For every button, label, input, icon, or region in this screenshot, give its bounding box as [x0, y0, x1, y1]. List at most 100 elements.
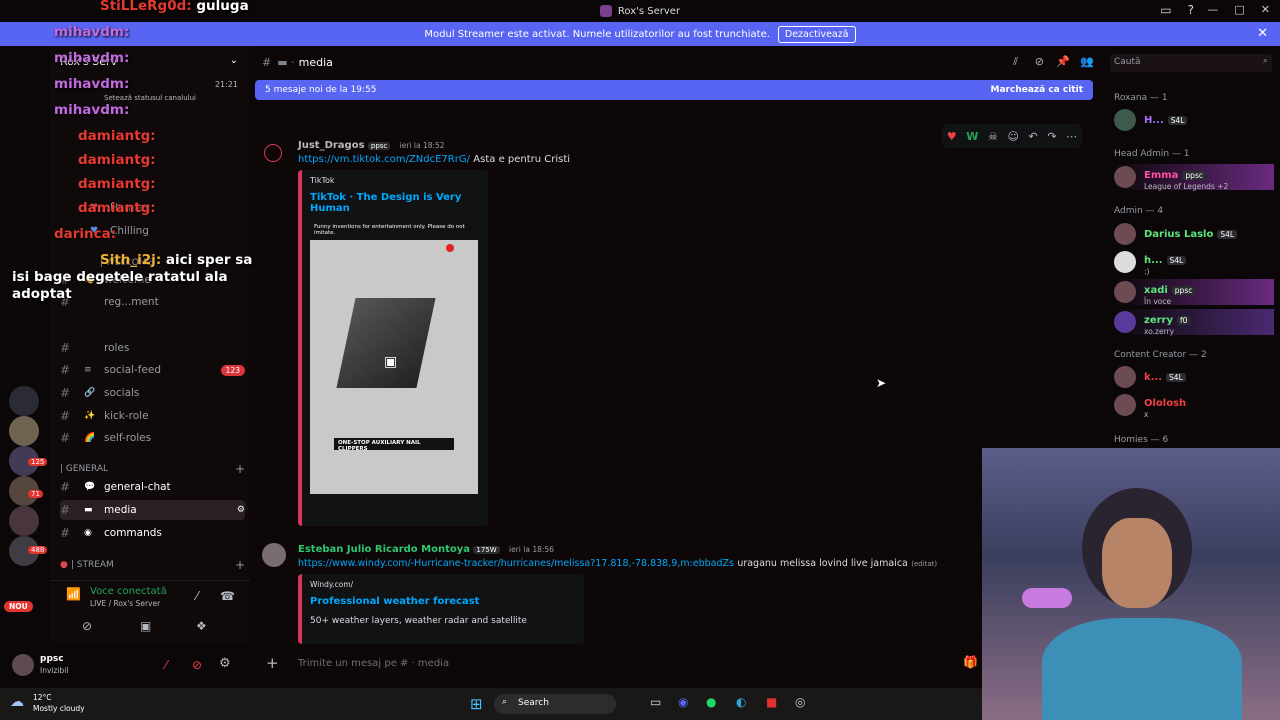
- channel-general-chat[interactable]: # 💬 general-chat: [60, 477, 245, 497]
- mic-muted-icon[interactable]: ⁄: [165, 658, 167, 672]
- member-item[interactable]: H... S4L: [1114, 107, 1274, 133]
- member-group-title: Head Admin — 1: [1114, 149, 1190, 159]
- server-icon: [599, 5, 612, 17]
- edge-icon[interactable]: ◐: [736, 695, 746, 709]
- message-link[interactable]: https://vm.tiktok.com/ZNdcE7RrG/: [298, 154, 470, 165]
- member-item[interactable]: xadi ppsc În voce: [1114, 279, 1274, 306]
- search-input[interactable]: Caută ⌕: [1110, 54, 1272, 72]
- more-icon[interactable]: ⋯: [1066, 130, 1077, 143]
- overlay-chat-line: damiantg:: [78, 152, 156, 168]
- disable-streamer-button[interactable]: Dezactivează: [777, 25, 856, 43]
- settings-gear-icon[interactable]: ⚙: [219, 656, 231, 671]
- new-messages-bar[interactable]: 5 mesaje noi de la 19:55 Marchează ca ci…: [255, 80, 1093, 100]
- member-item[interactable]: Darius Laslo S4L: [1114, 221, 1274, 247]
- username: ppsc: [40, 654, 64, 664]
- avatar: [1114, 109, 1136, 131]
- disconnect-icon[interactable]: ☎: [220, 589, 235, 603]
- embed-title[interactable]: TikTok · The Design is Very Human: [310, 192, 488, 214]
- gift-icon[interactable]: 🎁: [963, 655, 978, 669]
- hash-icon: #: [60, 480, 71, 494]
- member-item[interactable]: k... S4L: [1114, 364, 1274, 390]
- windows-start-icon[interactable]: ⊞: [470, 695, 483, 713]
- reply-icon[interactable]: ↶: [1029, 130, 1038, 143]
- member-item[interactable]: Ololosh x: [1114, 392, 1274, 419]
- play-icon[interactable]: ▣: [384, 354, 397, 370]
- activities-icon[interactable]: ❖: [196, 619, 207, 633]
- close-button[interactable]: ✕: [1261, 3, 1270, 16]
- server-w2g-icon[interactable]: [9, 386, 39, 416]
- heart-reaction-icon[interactable]: ♥: [947, 130, 957, 143]
- channel-social-feed[interactable]: # ≡ social-feed 123: [60, 360, 245, 380]
- red-dot-icon: ●: [60, 560, 68, 570]
- overlay-chat-line: damiantg:: [78, 176, 156, 192]
- server-cat-icon[interactable]: [9, 416, 39, 446]
- app-icon[interactable]: ■: [766, 695, 777, 709]
- server-icon-5[interactable]: [9, 506, 39, 536]
- avatar: [1114, 251, 1136, 273]
- channel-media[interactable]: # ▬ media ⚙: [60, 500, 245, 520]
- channel-commands[interactable]: # ◉ commands: [60, 523, 245, 543]
- camera-off-icon[interactable]: ⊘: [82, 619, 92, 633]
- search-icon: ⌕: [502, 697, 508, 707]
- webcam-feed: [982, 448, 1280, 720]
- add-attachment-icon[interactable]: +: [266, 654, 279, 672]
- search-icon: ⌕: [1262, 56, 1268, 66]
- help-icon[interactable]: ?: [1188, 3, 1194, 17]
- mark-as-read-button[interactable]: Marchează ca citit: [991, 85, 1083, 95]
- message-author[interactable]: Just_Dragos: [298, 140, 365, 151]
- deafen-icon[interactable]: ⊘: [192, 658, 202, 672]
- taskbar-search[interactable]: ⌕ Search: [494, 694, 616, 714]
- threads-icon[interactable]: ⫽: [1013, 55, 1018, 69]
- avatar[interactable]: [12, 654, 34, 676]
- cloud-icon: ☁: [10, 694, 24, 710]
- gear-icon[interactable]: ⚙: [237, 505, 245, 515]
- member-list-icon[interactable]: 👥: [1080, 55, 1094, 68]
- obs-icon[interactable]: ◎: [795, 695, 805, 709]
- pin-icon[interactable]: 📌: [1056, 55, 1070, 68]
- member-item[interactable]: h... S4L:): [1114, 249, 1274, 276]
- channel-self-roles[interactable]: # 🌈 self-roles: [60, 428, 245, 448]
- message-link[interactable]: https://www.windy.com/-Hurricane-tracker…: [298, 558, 734, 569]
- embed-title[interactable]: Professional weather forecast: [310, 596, 479, 607]
- screen-share-icon[interactable]: ▣: [140, 619, 151, 633]
- file-explorer-icon[interactable]: ▭: [650, 695, 661, 709]
- channel-kick-role[interactable]: # ✨ kick-role: [60, 406, 245, 426]
- noise-suppression-icon[interactable]: ⁄: [196, 589, 198, 603]
- message-author[interactable]: Esteban Julio Ricardo Montoya: [298, 544, 470, 555]
- add-channel-icon[interactable]: +: [235, 462, 245, 476]
- avatar[interactable]: [264, 144, 282, 162]
- channel-roles[interactable]: # roles: [60, 338, 245, 358]
- member-item[interactable]: Emma ppsc League of Legends +2: [1114, 164, 1274, 191]
- add-channel-icon[interactable]: +: [235, 558, 245, 572]
- overlay-chat-line: mihavdm:: [54, 24, 130, 40]
- spotify-icon[interactable]: ●: [706, 695, 716, 709]
- user-status: Invizibil: [40, 666, 69, 675]
- minimize-button[interactable]: —: [1207, 3, 1218, 16]
- voice-channel-chilling[interactable]: ♥ Chilling: [90, 221, 275, 241]
- overlay-chat-line: mihavdm:: [54, 102, 130, 118]
- notifications-off-icon[interactable]: ⊘: [1035, 55, 1044, 68]
- inbox-icon[interactable]: ▭: [1160, 3, 1171, 17]
- weather-temp: 12°C: [33, 693, 52, 702]
- discord-icon[interactable]: ◉: [678, 695, 688, 709]
- close-banner-icon[interactable]: ✕: [1257, 26, 1268, 41]
- message-composer[interactable]: + Trimite un mesaj pe # · media 🎁: [250, 648, 980, 678]
- member-group-title: Homies — 6: [1114, 435, 1169, 445]
- chevron-down-icon[interactable]: ⌄: [230, 55, 238, 66]
- avatar[interactable]: [262, 543, 286, 567]
- add-reaction-icon[interactable]: ☺: [1007, 130, 1018, 143]
- mouse-cursor-icon: ➤: [876, 376, 887, 390]
- skull-reaction-icon[interactable]: ☠: [988, 130, 998, 143]
- speech-bubble-icon: 💬: [84, 482, 96, 492]
- maximize-button[interactable]: □: [1234, 3, 1244, 16]
- w-reaction-icon[interactable]: W: [966, 130, 978, 143]
- category-general[interactable]: | GENERAL +: [60, 462, 245, 476]
- voice-channel[interactable]: LIVE / Rox's Server: [90, 599, 160, 608]
- channel-socials[interactable]: # 🔗 socials: [60, 383, 245, 403]
- member-item[interactable]: zerry f0 xo.zerry: [1114, 309, 1274, 336]
- category-stream[interactable]: ● | STREAM +: [60, 558, 245, 572]
- media-icon: ▬ ·: [277, 55, 295, 69]
- forward-icon[interactable]: ↷: [1047, 130, 1056, 143]
- video-thumbnail[interactable]: Funny inventions for entertainment only.…: [310, 218, 478, 494]
- channel-status-prompt[interactable]: Setează statusul canalului: [104, 94, 196, 102]
